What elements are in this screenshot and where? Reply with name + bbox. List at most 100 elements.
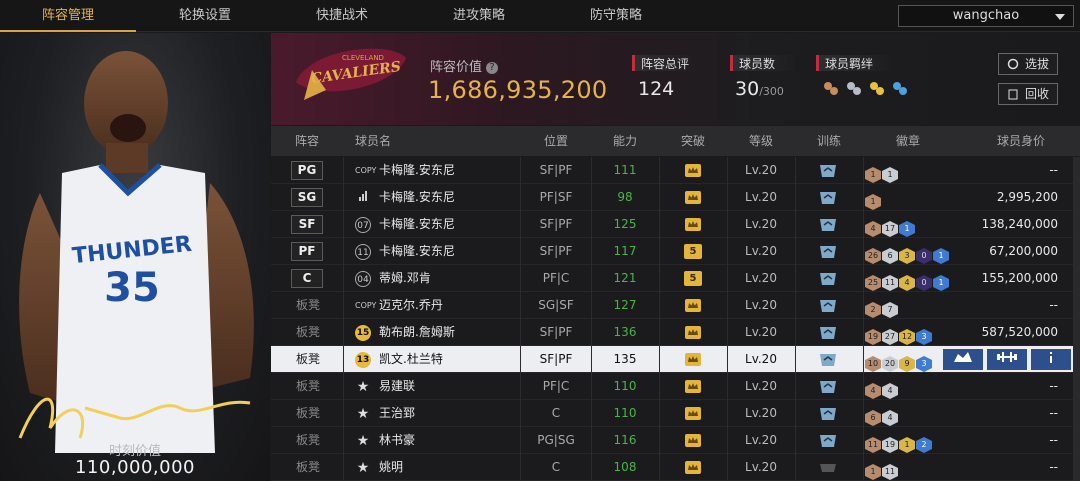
badge-sv[interactable]: 19	[882, 437, 898, 453]
badge-br[interactable]: 25	[865, 275, 881, 291]
col-badges[interactable]: 徽章	[863, 126, 953, 156]
training-icon[interactable]	[817, 190, 839, 206]
col-slot[interactable]: 阵容	[271, 126, 343, 156]
badge-bl[interactable]: 2	[916, 437, 932, 453]
chemistry-bronze-icon[interactable]	[822, 80, 840, 98]
badge-sv[interactable]: 4	[882, 383, 898, 399]
badge-br[interactable]: 1	[865, 464, 881, 480]
player-name[interactable]: 林书豪	[379, 427, 415, 454]
badge-sv[interactable]: 6	[882, 248, 898, 264]
table-row[interactable]: 板凳 ★ 易建联 PF|C 110 Lv.20 4 4 --	[271, 373, 1080, 400]
training-icon[interactable]	[817, 379, 839, 395]
position-slot[interactable]: PF	[291, 242, 323, 261]
col-ability[interactable]: 能力	[591, 126, 659, 156]
table-row[interactable]: SF 07 卡梅隆.安东尼 SF|PF 125 Lv.20 4 17 1 138,240,000	[271, 211, 1080, 238]
select-button[interactable]: 选拔	[998, 53, 1058, 75]
col-training[interactable]: 训练	[795, 126, 863, 156]
col-breakthrough[interactable]: 突破	[659, 126, 727, 156]
table-row[interactable]: 板凳 15 勒布朗.詹姆斯 SF|PF 136 Lv.20 19 27 12 3 587,520,0…	[271, 319, 1080, 346]
badge-sv[interactable]: 4	[882, 410, 898, 426]
position-slot[interactable]: C	[291, 269, 323, 288]
badge-sv[interactable]: 11	[882, 464, 898, 480]
badge-br[interactable]: 1	[865, 167, 881, 183]
table-row[interactable]: 板凳 ★ 林书豪 PG|SG 116 Lv.20 11 19 1 2 --	[271, 427, 1080, 454]
training-locked-icon[interactable]	[817, 460, 839, 476]
table-scrollbar[interactable]	[1073, 157, 1080, 481]
player-name[interactable]: 凯文.杜兰特	[379, 346, 443, 373]
chemistry-silver-icon[interactable]	[845, 80, 863, 98]
col-salary[interactable]: 球员身价	[971, 126, 1071, 156]
tab-offense[interactable]: 进攻策略	[411, 0, 547, 32]
badge-br[interactable]: 26	[865, 248, 881, 264]
table-row[interactable]: 板凳 ★ 王治郅 C 110 Lv.20 6 4 --	[271, 400, 1080, 427]
info-button[interactable]	[1031, 349, 1071, 370]
table-row[interactable]: 板凳 ★ 姚明 C 108 Lv.20 1 11 --	[271, 454, 1080, 481]
player-name[interactable]: 王治郅	[379, 400, 415, 427]
train-button[interactable]	[987, 349, 1027, 370]
badge-bl[interactable]: 1	[899, 221, 915, 237]
chemistry-gold-icon[interactable]	[868, 80, 886, 98]
tab-defense[interactable]: 防守策略	[548, 0, 684, 32]
player-name[interactable]: 卡梅隆.安东尼	[379, 157, 455, 184]
col-position[interactable]: 位置	[521, 126, 591, 156]
training-icon[interactable]	[817, 244, 839, 260]
player-name[interactable]: 卡梅隆.安东尼	[379, 184, 455, 211]
table-row[interactable]: C 04 蒂姆.邓肯 PF|C 121 5 Lv.20 25 11 4 0 1 155,200,000	[271, 265, 1080, 292]
table-row[interactable]: SG 卡梅隆.安东尼 PF|SF 98 Lv.20 1 2,995,200	[271, 184, 1080, 211]
badge-sv[interactable]: 20	[882, 356, 898, 372]
training-icon[interactable]	[817, 217, 839, 233]
badge-br[interactable]: 19	[865, 329, 881, 345]
table-row-selected[interactable]: 板凳 13 凯文.杜兰特 SF|PF 135 Lv.20 10 20 9 3	[271, 346, 1080, 373]
table-row[interactable]: 板凳 COPY 迈克尔.乔丹 SG|SF 127 Lv.20 2 7 --	[271, 292, 1080, 319]
recycle-button[interactable]: 回收	[998, 83, 1058, 105]
tab-lineup[interactable]: 阵容管理	[0, 0, 136, 32]
badge-pu[interactable]: 0	[916, 248, 932, 264]
col-level[interactable]: 等级	[727, 126, 795, 156]
badge-gd[interactable]: 9	[899, 356, 915, 372]
badge-br[interactable]: 4	[865, 221, 881, 237]
chemistry-blue-icon[interactable]	[891, 80, 909, 98]
position-slot[interactable]: SG	[291, 188, 323, 207]
badge-sv[interactable]: 17	[882, 221, 898, 237]
player-name[interactable]: 卡梅隆.安东尼	[379, 211, 455, 238]
training-icon[interactable]	[817, 406, 839, 422]
position-slot[interactable]: SF	[291, 215, 323, 234]
badge-br[interactable]: 11	[865, 437, 881, 453]
badge-sv[interactable]: 7	[882, 302, 898, 318]
player-name[interactable]: 姚明	[379, 454, 403, 481]
badge-bl[interactable]: 3	[916, 329, 932, 345]
player-name[interactable]: 易建联	[379, 373, 415, 400]
tab-quick-tactics[interactable]: 快捷战术	[274, 0, 410, 32]
upgrade-button[interactable]	[943, 349, 983, 370]
user-dropdown[interactable]: wangchao	[898, 5, 1074, 27]
player-name[interactable]: 卡梅隆.安东尼	[379, 238, 455, 265]
badge-bl[interactable]: 1	[933, 248, 949, 264]
badge-gd[interactable]: 3	[899, 248, 915, 264]
training-icon[interactable]	[817, 352, 839, 368]
training-icon[interactable]	[817, 325, 839, 341]
badge-sv[interactable]: 11	[882, 275, 898, 291]
tab-rotation[interactable]: 轮换设置	[137, 0, 273, 32]
badge-pu[interactable]: 0	[916, 275, 932, 291]
badge-bl[interactable]: 1	[933, 275, 949, 291]
table-row[interactable]: PF 11 卡梅隆.安东尼 SF|PF 117 5 Lv.20 26 6 3 0 1 67,200,00…	[271, 238, 1080, 265]
table-row[interactable]: PG COPY 卡梅隆.安东尼 SF|PF 111 Lv.20 1 1 --	[271, 157, 1080, 184]
training-icon[interactable]	[817, 298, 839, 314]
player-name[interactable]: 勒布朗.詹姆斯	[379, 319, 455, 346]
badge-br[interactable]: 4	[865, 383, 881, 399]
badge-sv[interactable]: 27	[882, 329, 898, 345]
training-icon[interactable]	[817, 163, 839, 179]
player-name[interactable]: 蒂姆.邓肯	[379, 265, 431, 292]
help-icon[interactable]: ?	[486, 62, 499, 74]
badge-br[interactable]: 10	[865, 356, 881, 372]
col-name[interactable]: 球员名	[355, 126, 415, 156]
badge-br[interactable]: 1	[865, 194, 881, 210]
badge-br[interactable]: 2	[865, 302, 881, 318]
badge-gd[interactable]: 1	[899, 437, 915, 453]
badge-sv[interactable]: 1	[882, 167, 898, 183]
position-slot[interactable]: PG	[291, 161, 323, 180]
player-name[interactable]: 迈克尔.乔丹	[379, 292, 443, 319]
training-icon[interactable]	[817, 433, 839, 449]
badge-gd[interactable]: 12	[899, 329, 915, 345]
badge-gd[interactable]: 4	[899, 275, 915, 291]
